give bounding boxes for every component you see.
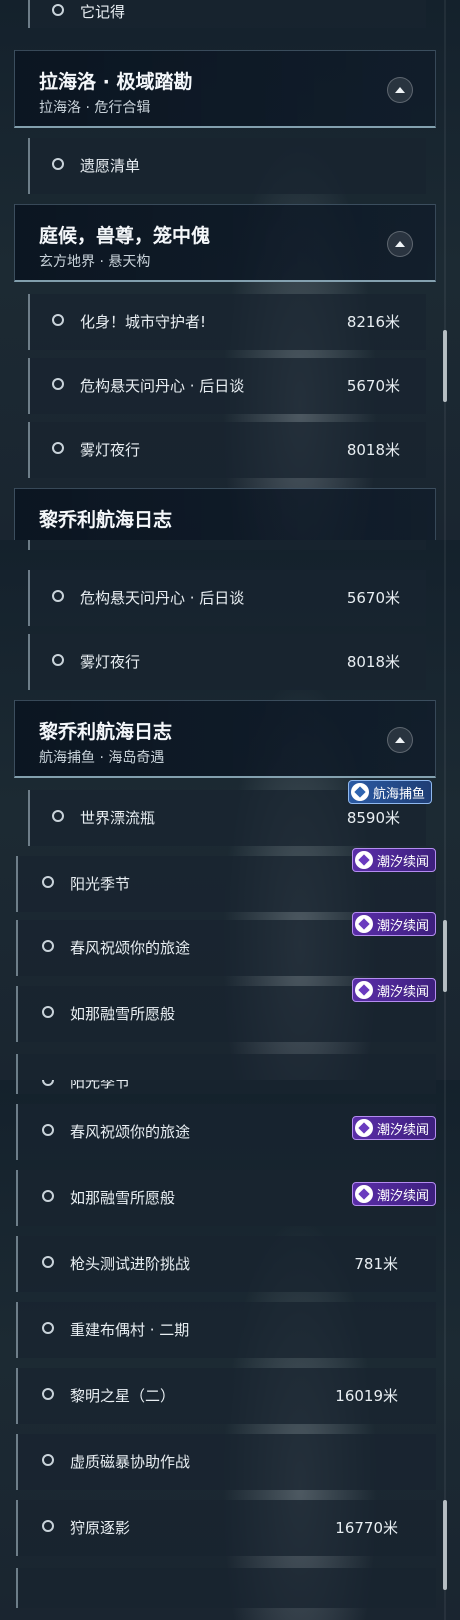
group-title: 拉海洛 · 极域踏勘 [39, 71, 193, 93]
event-tag: 航海捕鱼 [347, 780, 432, 804]
list-item[interactable] [28, 540, 426, 550]
radio-circle-icon [52, 314, 64, 326]
radio-circle-icon [52, 4, 64, 16]
event-tag: 潮汐续闻 [351, 1116, 436, 1140]
radio-circle-icon [52, 654, 64, 666]
radio-circle-icon [52, 810, 64, 822]
event-tag: 潮汐续闻 [351, 848, 436, 872]
list-item[interactable]: 虚质磁暴协助作战 [16, 1434, 436, 1490]
event-tag: 潮汐续闻 [351, 912, 436, 936]
diamond-badge-icon [354, 1119, 373, 1137]
distance-label: 781米 [354, 1255, 398, 1273]
chevron-up-icon[interactable] [387, 77, 413, 103]
group-title: 黎乔利航海日志 [39, 721, 173, 743]
radio-circle-icon [42, 1454, 54, 1466]
diamond-badge-icon [354, 981, 373, 999]
radio-circle-icon [42, 1256, 54, 1268]
diamond-badge-icon [354, 1185, 373, 1203]
list-item[interactable]: 遗愿清单 [28, 138, 426, 194]
scrollbar-thumb[interactable] [443, 330, 447, 402]
group-subtitle: 拉海洛 · 危行合辑 [39, 100, 151, 116]
list-item[interactable]: 狩原逐影 16770米 [16, 1500, 436, 1556]
group-subtitle: 玄方地界 · 悬天构 [39, 254, 151, 270]
list-item[interactable] [16, 1054, 436, 1080]
radio-circle-icon [42, 1190, 54, 1202]
group-header[interactable]: 黎乔利航海日志 航海捕鱼 · 海岛奇遇 [14, 700, 436, 778]
distance-label: 8216米 [346, 313, 400, 331]
chevron-up-icon[interactable] [387, 231, 413, 257]
radio-circle-icon [52, 158, 64, 170]
list-item[interactable]: 它记得 [28, 0, 426, 28]
distance-label: 8590米 [346, 809, 400, 827]
list-item[interactable]: 雾灯夜行 8018米 [28, 634, 426, 690]
scrollbar-thumb[interactable] [443, 1500, 447, 1590]
radio-circle-icon [52, 378, 64, 390]
diamond-badge-icon [350, 783, 369, 801]
list-item[interactable]: 黎明之星（二） 16019米 [16, 1368, 436, 1424]
distance-label: 8018米 [346, 653, 400, 671]
distance-label: 16019米 [335, 1387, 398, 1405]
list-item[interactable]: 重建布偶村 · 二期 [16, 1302, 436, 1358]
list-item[interactable]: 雾灯夜行 8018米 [28, 422, 426, 478]
distance-label: 16770米 [335, 1519, 398, 1537]
radio-circle-icon [42, 1520, 54, 1532]
radio-circle-icon [52, 590, 64, 602]
radio-circle-icon [42, 1322, 54, 1334]
event-tag: 潮汐续闻 [351, 1182, 436, 1206]
list-item[interactable] [16, 1568, 436, 1608]
list-item[interactable]: 枪头测试进阶挑战 781米 [16, 1236, 436, 1292]
event-tag: 潮汐续闻 [351, 978, 436, 1002]
distance-label: 5670米 [346, 589, 400, 607]
group-title: 庭候，兽尊，笼中傀 [39, 225, 211, 247]
distance-label: 8018米 [346, 441, 400, 459]
group-header[interactable]: 庭候，兽尊，笼中傀 玄方地界 · 悬天构 [14, 204, 436, 282]
radio-circle-icon [52, 442, 64, 454]
diamond-badge-icon [354, 915, 373, 933]
diamond-badge-icon [354, 851, 373, 869]
radio-circle-icon [42, 1006, 54, 1018]
screenshot-strip-3: 阳光季节 春风祝颂你的旅途 潮汐续闻 如那融雪所愿般 潮汐续闻 枪头测试进阶挑战… [0, 1080, 460, 1620]
group-subtitle: 航海捕鱼 · 海岛奇遇 [39, 750, 165, 766]
group-title: 黎乔利航海日志 [39, 509, 173, 531]
scrollbar-thumb[interactable] [443, 920, 447, 992]
distance-label: 5670米 [346, 377, 400, 395]
radio-circle-icon [42, 1388, 54, 1400]
radio-circle-icon [42, 1080, 54, 1086]
group-header[interactable]: 拉海洛 · 极域踏勘 拉海洛 · 危行合辑 [14, 50, 436, 128]
screenshot-strip-2: 危构悬天问丹心 · 后日谈 5670米 雾灯夜行 8018米 黎乔利航海日志 航… [0, 540, 460, 1080]
radio-circle-icon [42, 940, 54, 952]
list-item[interactable]: 阳光季节 [16, 1080, 436, 1094]
radio-circle-icon [42, 1124, 54, 1136]
list-item[interactable]: 化身！城市守护者! 8216米 [28, 294, 426, 350]
group-header[interactable]: 黎乔利航海日志 [14, 488, 436, 540]
radio-circle-icon [42, 876, 54, 888]
screenshot-strip-1: 它记得 拉海洛 · 极域踏勘 拉海洛 · 危行合辑 遗愿清单 庭候，兽尊，笼中傀… [0, 0, 460, 540]
chevron-up-icon[interactable] [387, 727, 413, 753]
list-item[interactable]: 危构悬天问丹心 · 后日谈 5670米 [28, 358, 426, 414]
list-item[interactable]: 危构悬天问丹心 · 后日谈 5670米 [28, 570, 426, 626]
